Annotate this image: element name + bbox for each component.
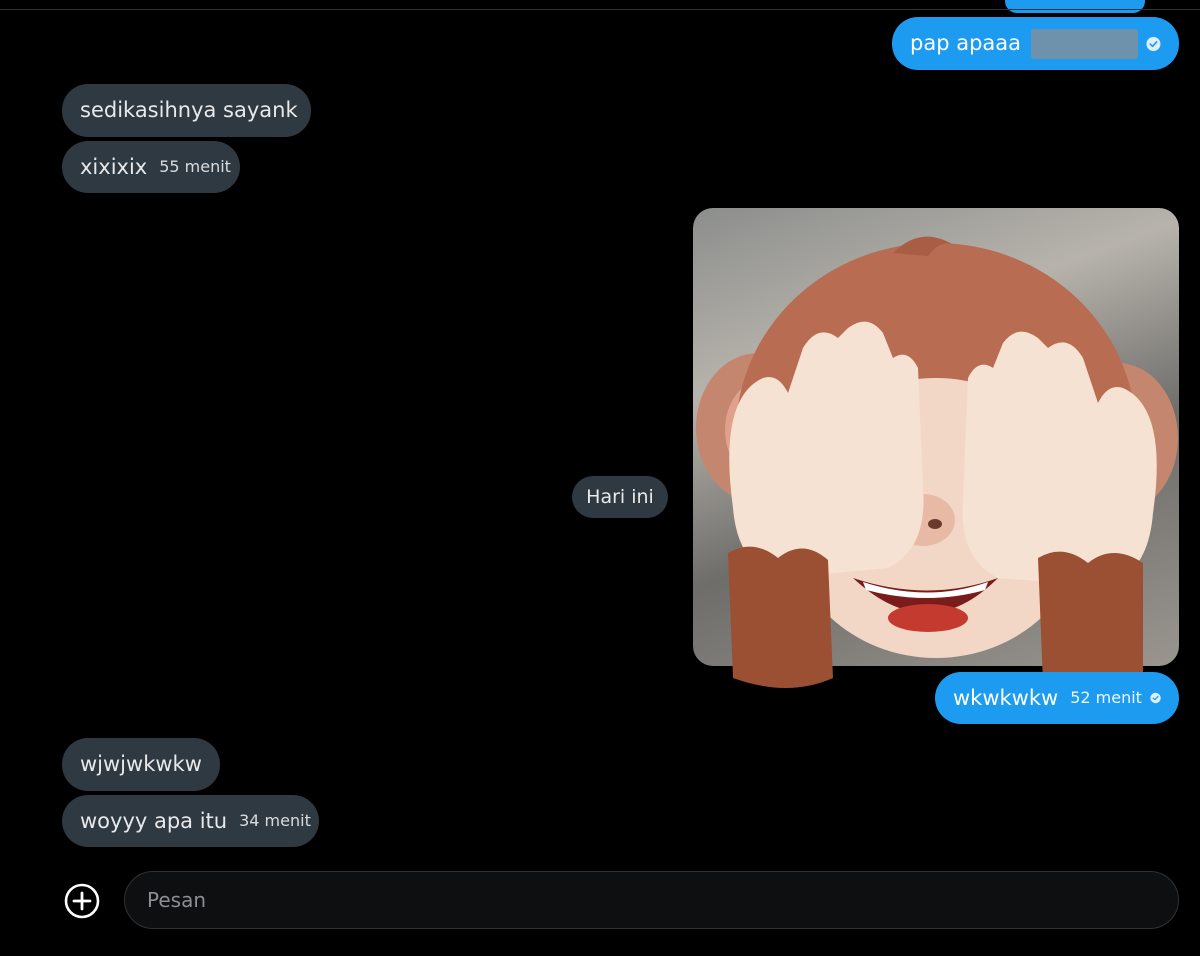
see-no-evil-monkey-icon (696, 236, 1178, 693)
message-outgoing[interactable]: pap apaaa (892, 17, 1179, 70)
message-incoming[interactable]: wjwjwkwkw (62, 738, 220, 791)
message-time: 34 menit (239, 811, 311, 830)
date-separator: Hari ini (572, 476, 668, 518)
previous-message-edge (1005, 0, 1145, 13)
chat-view: pap apaaa sedikasihnya sayank xixixix 55… (0, 0, 1200, 956)
top-divider (0, 9, 1200, 10)
message-time: 52 menit (1070, 688, 1142, 707)
message-text: wkwkwkw (953, 685, 1059, 710)
read-check-icon (1146, 36, 1161, 51)
message-image[interactable] (693, 208, 1179, 693)
message-composer[interactable] (124, 871, 1179, 929)
message-input[interactable] (145, 887, 1178, 913)
message-text: pap apaaa (910, 31, 1022, 55)
date-separator-label: Hari ini (586, 486, 654, 508)
message-incoming[interactable]: sedikasihnya sayank (62, 84, 311, 137)
message-text: xixixix (80, 154, 148, 179)
read-check-icon (1150, 692, 1161, 704)
plus-circle-icon[interactable] (64, 883, 100, 919)
message-outgoing[interactable]: wkwkwkw 52 menit (935, 672, 1179, 724)
message-text: wjwjwkwkw (80, 752, 202, 776)
message-time: 55 menit (159, 157, 231, 176)
message-text: woyyy apa itu (80, 808, 228, 833)
message-text: sedikasihnya sayank (80, 98, 298, 122)
message-incoming[interactable]: xixixix 55 menit (62, 141, 240, 193)
message-incoming[interactable]: woyyy apa itu 34 menit (62, 795, 319, 847)
redacted-block (1031, 28, 1139, 59)
